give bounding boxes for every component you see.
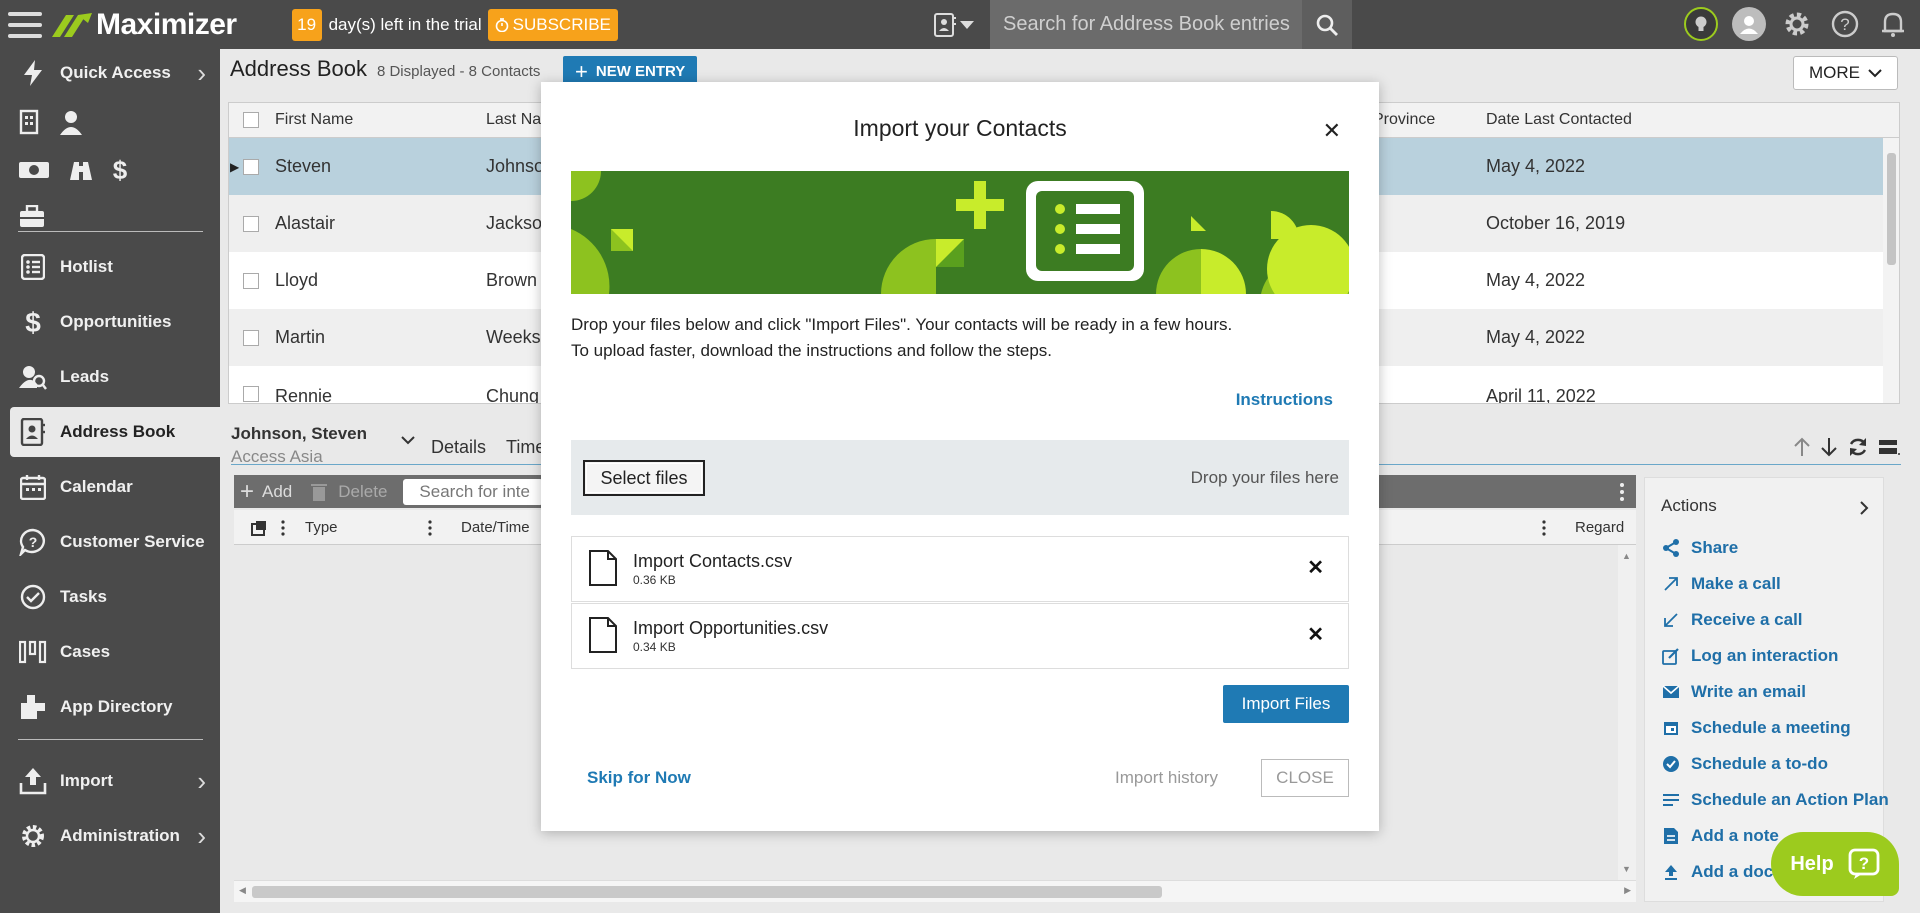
file-name: Import Opportunities.csv [633, 618, 829, 638]
description-line-2: To upload faster, download the instructi… [571, 341, 1053, 360]
file-item: Import Opportunities.csv 0.34 KB ✕ [571, 603, 1349, 669]
import-banner-illustration [571, 171, 1349, 294]
close-icon[interactable]: ✕ [1323, 118, 1341, 144]
remove-file-icon[interactable]: ✕ [1307, 555, 1324, 580]
file-dropzone[interactable]: Select files Drop your files here [571, 440, 1349, 515]
description-line-1: Drop your files below and click "Import … [571, 315, 1233, 334]
file-size: 0.36 KB [633, 573, 676, 587]
select-files-button[interactable]: Select files [583, 460, 705, 496]
import-history-link[interactable]: Import history [1115, 768, 1218, 788]
import-contacts-modal: Import your Contacts ✕ Drop your files b… [541, 82, 1379, 831]
drop-files-text: Drop your files here [1190, 468, 1339, 487]
file-icon [589, 617, 617, 653]
modal-description: Drop your files below and click "Import … [571, 312, 1351, 364]
file-icon [589, 550, 617, 586]
close-button[interactable]: CLOSE [1261, 759, 1349, 797]
skip-for-now-link[interactable]: Skip for Now [587, 768, 691, 788]
file-item: Import Contacts.csv 0.36 KB ✕ [571, 536, 1349, 602]
file-name: Import Contacts.csv [633, 551, 793, 571]
import-illustration [571, 171, 1349, 294]
file-size: 0.34 KB [633, 640, 676, 654]
instructions-link[interactable]: Instructions [1236, 390, 1333, 410]
modal-title: Import your Contacts [853, 115, 1067, 141]
import-files-button[interactable]: Import Files [1223, 685, 1349, 723]
remove-file-icon[interactable]: ✕ [1307, 622, 1324, 647]
